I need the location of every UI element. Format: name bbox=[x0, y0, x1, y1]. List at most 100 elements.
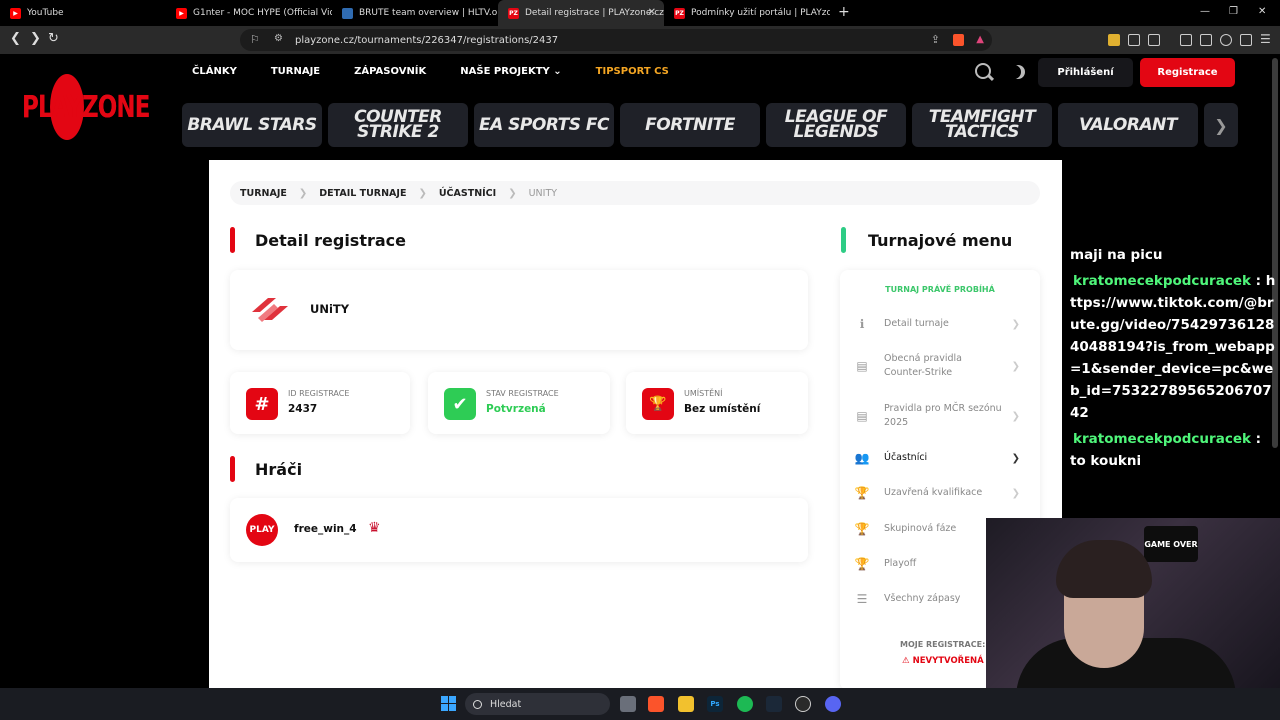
stat-label: ID REGISTRACE bbox=[288, 389, 350, 398]
youtube-icon: ▶ bbox=[176, 7, 187, 19]
my-registration-status[interactable]: ⚠ NEVYTVOŘENÁ bbox=[902, 656, 984, 666]
chevron-right-icon: ❯ bbox=[1011, 318, 1020, 330]
close-window-icon[interactable]: ✕ bbox=[1258, 6, 1266, 17]
menu-item-uzavrena-kvalifikace[interactable]: 🏆 Uzavřená kvalifikace ❯ bbox=[854, 486, 1034, 500]
wallet-icon[interactable] bbox=[1200, 34, 1212, 46]
chat-message: kratomecekpodcuracek : https://www.tikto… bbox=[1070, 270, 1280, 424]
dark-mode-icon[interactable] bbox=[1011, 65, 1025, 79]
game-brawl-stars[interactable]: BRAWL STARS bbox=[182, 103, 322, 147]
obs-icon[interactable] bbox=[795, 696, 811, 712]
register-button[interactable]: Registrace bbox=[1140, 58, 1235, 87]
nav-tipsport-cs[interactable]: TIPSPORT CS bbox=[596, 66, 669, 77]
stat-stav-registrace: ✔ STAV REGISTRACE Potvrzená bbox=[428, 372, 610, 434]
tab-youtube[interactable]: ▶ YouTube bbox=[0, 0, 166, 26]
chat-message: maji na picu bbox=[1070, 244, 1280, 266]
site-info-icon[interactable]: ⚙ bbox=[274, 33, 283, 44]
photoshop-icon[interactable]: Ps bbox=[707, 696, 723, 712]
share-icon[interactable]: ⇪ bbox=[931, 33, 940, 46]
webcam-sign: GAME OVER bbox=[1144, 526, 1198, 562]
game-ea-sports-fc[interactable]: EA SPORTS FC bbox=[474, 103, 614, 147]
team-card[interactable]: UNiTY bbox=[230, 270, 808, 350]
tab-detail-registrace[interactable]: PZ Detail registrace | PLAYzone.cz ✕ bbox=[498, 0, 664, 26]
url-bar[interactable]: ⚐ ⚙ playzone.cz/tournaments/226347/regis… bbox=[240, 29, 992, 51]
puzzle-icon[interactable] bbox=[1128, 34, 1140, 46]
minimize-icon[interactable]: — bbox=[1200, 6, 1210, 17]
sidebar-icon[interactable] bbox=[1180, 34, 1192, 46]
tournament-status: TURNAJ PRÁVĚ PROBÍHÁ bbox=[885, 285, 995, 294]
login-button[interactable]: Přihlášení bbox=[1038, 58, 1133, 87]
trophy-icon: 🏆 bbox=[854, 522, 870, 536]
info-icon: ℹ bbox=[859, 317, 865, 331]
file-explorer-icon[interactable] bbox=[678, 696, 694, 712]
reload-icon[interactable]: ↻ bbox=[48, 31, 59, 46]
chat-user: kratomecekpodcuracek bbox=[1073, 273, 1251, 289]
game-league-of-legends[interactable]: LEAGUE OF LEGENDS bbox=[766, 103, 906, 147]
breadcrumb-current: UNITY bbox=[528, 187, 558, 199]
users-icon: 👥 bbox=[854, 451, 870, 465]
close-icon[interactable]: ✕ bbox=[648, 7, 656, 18]
taskbar-search[interactable]: Hledat bbox=[465, 693, 610, 715]
extension-icon[interactable] bbox=[1108, 34, 1120, 46]
steam-icon[interactable] bbox=[766, 696, 782, 712]
discord-icon[interactable] bbox=[825, 696, 841, 712]
new-tab-button[interactable]: + bbox=[830, 0, 858, 26]
game-teamfight-tactics[interactable]: TEAMFIGHT TACTICS bbox=[912, 103, 1052, 147]
section-title-hraci: Hráči bbox=[230, 456, 302, 482]
forward-icon[interactable]: ❯ bbox=[30, 31, 41, 46]
menu-item-obecna-pravidla[interactable]: ▤ Obecná pravidla Counter-Strike ❯ bbox=[854, 352, 1034, 380]
nav-clanky[interactable]: ČLÁNKY bbox=[192, 66, 237, 77]
nav-nase-projekty[interactable]: NAŠE PROJEKTY ⌄ bbox=[460, 66, 561, 77]
search-icon bbox=[473, 699, 482, 709]
nav-zapasovnik[interactable]: ZÁPASOVNÍK bbox=[354, 66, 426, 77]
breadcrumb-ucastnici[interactable]: ÚČASTNÍCI bbox=[439, 188, 496, 199]
chevron-right-icon: ❯ bbox=[1011, 360, 1020, 372]
menu-icon[interactable]: ☰ bbox=[1260, 32, 1271, 46]
stat-id-registrace: # ID REGISTRACE 2437 bbox=[230, 372, 410, 434]
menu-item-ucastnici[interactable]: 👥 Účastníci ❯ bbox=[854, 451, 1034, 465]
game-strip: BRAWL STARS COUNTER STRIKE 2 EA SPORTS F… bbox=[182, 103, 1204, 147]
page-title: Detail registrace bbox=[255, 230, 406, 250]
leo-icon[interactable] bbox=[1220, 34, 1232, 46]
menu-title: Turnajové menu bbox=[868, 230, 1013, 250]
chevron-right-icon[interactable]: ❯ bbox=[1204, 103, 1238, 147]
search-icon[interactable] bbox=[975, 63, 991, 79]
task-view-icon[interactable] bbox=[620, 696, 636, 712]
tab-hltv[interactable]: BRUTE team overview | HLTV.org bbox=[332, 0, 498, 26]
game-valorant[interactable]: VALORANT bbox=[1058, 103, 1198, 147]
tab-g1nter[interactable]: ▶ G1nter - MOC HYPE (Official Video) bbox=[166, 0, 332, 26]
player-name[interactable]: free_win_4 bbox=[294, 523, 357, 535]
windows-start-icon[interactable] bbox=[441, 696, 456, 711]
bookmark-icon[interactable]: ⚐ bbox=[250, 33, 260, 46]
main-nav: ČLÁNKY TURNAJE ZÁPASOVNÍK NAŠE PROJEKTY … bbox=[192, 66, 703, 77]
brave-shield-icon[interactable] bbox=[953, 34, 964, 46]
tab-search-icon[interactable] bbox=[1148, 34, 1160, 46]
chat-message: kratomecekpodcuracek : to koukni bbox=[1070, 428, 1280, 472]
spotify-icon[interactable] bbox=[737, 696, 753, 712]
document-icon: ▤ bbox=[856, 359, 868, 373]
chat-text: maji na picu bbox=[1070, 247, 1163, 263]
tab-title: Detail registrace | PLAYzone.cz bbox=[525, 8, 664, 18]
vpn-icon[interactable] bbox=[1240, 34, 1252, 46]
menu-item-pravidla-mcr[interactable]: ▤ Pravidla pro MČR sezónu 2025 ❯ bbox=[854, 402, 1034, 430]
playzone-logo[interactable]: PLAYZONE bbox=[22, 74, 152, 140]
url-text[interactable]: playzone.cz/tournaments/226347/registrat… bbox=[295, 35, 558, 46]
tab-podminky[interactable]: PZ Podmínky užití portálu | PLAYzone.cz bbox=[664, 0, 830, 26]
restore-icon[interactable]: ❐ bbox=[1229, 6, 1238, 17]
tab-title: G1nter - MOC HYPE (Official Video) bbox=[193, 8, 332, 18]
breadcrumb-turnaje[interactable]: TURNAJE bbox=[240, 188, 287, 199]
game-counter-strike-2[interactable]: COUNTER STRIKE 2 bbox=[328, 103, 468, 147]
chevron-right-icon: ❯ bbox=[1011, 452, 1020, 464]
section-title-detail: Detail registrace bbox=[230, 227, 406, 253]
brave-icon[interactable] bbox=[648, 696, 664, 712]
check-icon: ✔ bbox=[444, 388, 476, 420]
menu-item-detail-turnaje[interactable]: ℹ Detail turnaje ❯ bbox=[854, 317, 1034, 331]
tab-title: Podmínky užití portálu | PLAYzone.cz bbox=[691, 8, 830, 18]
my-registration-label: MOJE REGISTRACE: bbox=[900, 640, 986, 649]
game-fortnite[interactable]: FORTNITE bbox=[620, 103, 760, 147]
breadcrumb-detail-turnaje[interactable]: DETAIL TURNAJE bbox=[319, 188, 406, 199]
back-icon[interactable]: ❮ bbox=[10, 31, 21, 46]
brave-rewards-icon[interactable]: ▲ bbox=[976, 34, 984, 45]
player-row[interactable]: PLAY free_win_4 ♛ bbox=[230, 498, 808, 562]
nav-turnaje[interactable]: TURNAJE bbox=[271, 66, 320, 77]
menu-item-label: Detail turnaje bbox=[884, 318, 949, 329]
